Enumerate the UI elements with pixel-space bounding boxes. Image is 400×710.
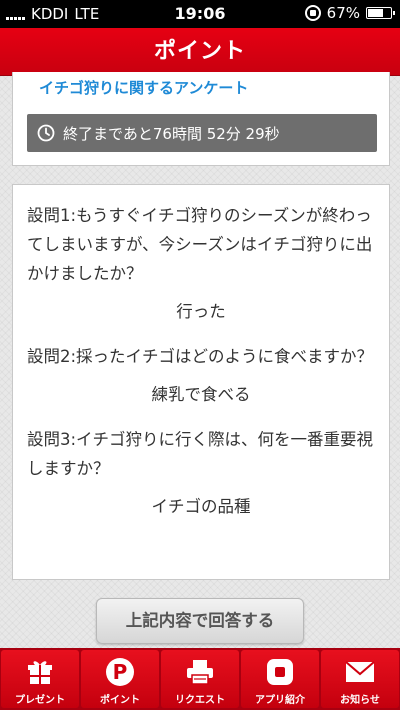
answer-1: 行った	[176, 302, 226, 321]
status-bar: KDDI LTE 19:06 67%	[0, 0, 400, 28]
mail-icon	[344, 655, 376, 689]
question-1: 設問1:もうすぐイチゴ狩りのシーズンが終わってしまいますが、今シーズンはイチゴ狩…	[27, 206, 373, 283]
survey-card: イチゴ狩りに関するアンケート 終了まであと76時間 52分 29秒	[12, 72, 390, 166]
tab-point[interactable]: P ポイント	[81, 650, 159, 708]
printer-icon	[184, 655, 216, 689]
survey-title[interactable]: イチゴ狩りに関するアンケート	[39, 77, 248, 98]
tab-bar: プレゼント P ポイント リクエスト アプリ紹介 お知らせ	[0, 648, 400, 710]
countdown-text: 終了まであと76時間 52分 29秒	[63, 124, 280, 143]
app-icon	[264, 655, 296, 689]
rotation-lock-icon	[304, 5, 321, 21]
tab-label-app-intro: アプリ紹介	[255, 695, 305, 706]
clock-icon	[37, 124, 55, 142]
tab-label-present: プレゼント	[15, 695, 65, 706]
qa-item-3: 設問3:イチゴ狩りに行く際は、何を一番重要視しますか？ イチゴの品種	[27, 425, 375, 517]
battery-percent: 67%	[326, 4, 360, 22]
status-right: 67%	[304, 4, 395, 22]
tab-present[interactable]: プレゼント	[1, 650, 79, 708]
tab-app-intro[interactable]: アプリ紹介	[241, 650, 319, 708]
submit-answers-button[interactable]: 上記内容で回答する	[96, 598, 304, 644]
tab-label-notice: お知らせ	[340, 695, 380, 706]
countdown-timer: 終了まであと76時間 52分 29秒	[27, 114, 377, 152]
tab-notice[interactable]: お知らせ	[321, 650, 399, 708]
qa-item-2: 設問2:採ったイチゴはどのように食べますか？ 練乳で食べる	[27, 342, 375, 405]
tab-request[interactable]: リクエスト	[161, 650, 239, 708]
question-3: 設問3:イチゴ狩りに行く際は、何を一番重要視しますか？	[27, 430, 374, 478]
tab-label-request: リクエスト	[175, 695, 225, 706]
qa-item-1: 設問1:もうすぐイチゴ狩りのシーズンが終わってしまいますが、今シーズンはイチゴ狩…	[27, 201, 375, 322]
tab-label-point: ポイント	[100, 695, 140, 706]
question-2: 設問2:採ったイチゴはどのように食べますか？	[27, 347, 374, 366]
question-card: 設問1:もうすぐイチゴ狩りのシーズンが終わってしまいますが、今シーズンはイチゴ狩…	[12, 184, 390, 580]
page-title: ポイント	[0, 28, 400, 76]
answer-3: イチゴの品種	[151, 497, 251, 516]
svg-text:P: P	[113, 660, 128, 684]
point-icon: P	[104, 655, 136, 689]
gift-icon	[24, 655, 56, 689]
battery-icon	[366, 7, 395, 19]
answer-2: 練乳で食べる	[151, 385, 251, 404]
